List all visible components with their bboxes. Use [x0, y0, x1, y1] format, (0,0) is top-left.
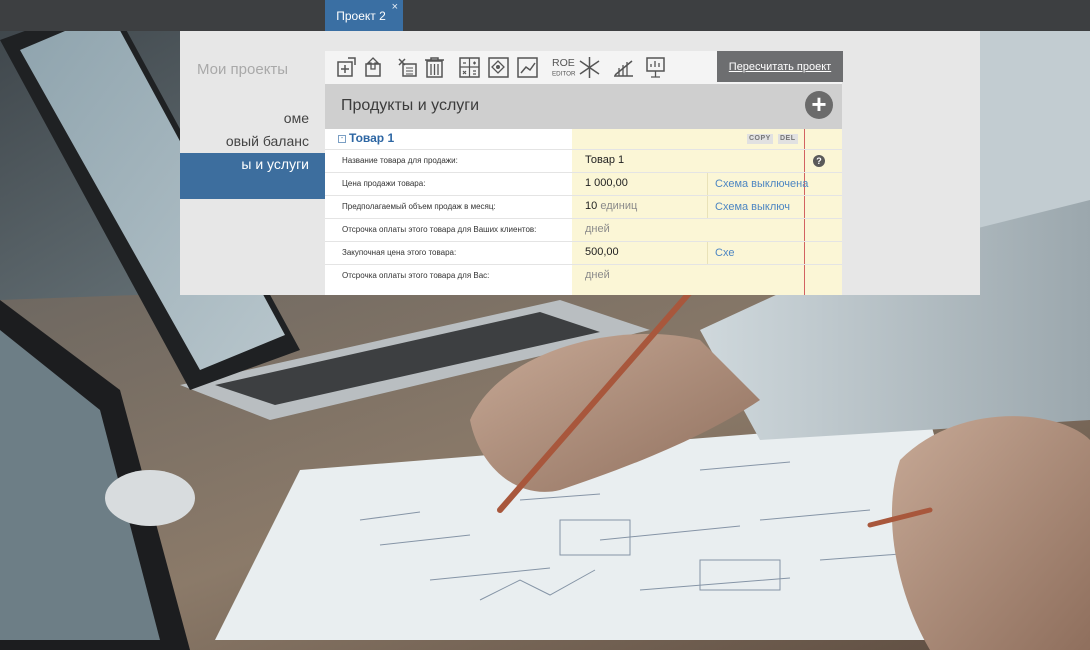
import-icon[interactable]	[362, 55, 387, 80]
sales-volume-field[interactable]: 10 единиц	[585, 200, 637, 212]
growth-icon[interactable]	[611, 55, 636, 80]
product-table: - Товар 1 COPY DEL Название товара для п…	[325, 129, 842, 295]
sidebar-item-balance[interactable]: овый баланс	[180, 130, 325, 153]
sidebar-item-home[interactable]: оме	[180, 107, 325, 130]
delete-button[interactable]: DEL	[778, 134, 798, 144]
table-row: Отсрочка оплаты этого товара для Вас: дн…	[325, 264, 842, 288]
sidebar-header: Мои проекты	[197, 61, 289, 78]
title-bar: Проект 2 ×	[0, 0, 1090, 31]
roe-editor-label: EDITOR	[552, 71, 576, 78]
purchase-price-field[interactable]: 500,00	[585, 246, 619, 258]
scissors-icon[interactable]	[577, 55, 602, 80]
roe-label: ROE	[552, 57, 575, 69]
field-value: Товар 1	[585, 154, 625, 166]
presentation-icon[interactable]	[643, 55, 668, 80]
field-value: 10	[585, 200, 598, 212]
tab-project-2[interactable]: Проект 2 ×	[325, 0, 403, 31]
trash-icon[interactable]	[422, 55, 447, 80]
field-label: Предполагаемый объем продаж в месяц:	[342, 202, 496, 211]
field-label: Отсрочка оплаты этого товара для Вас:	[342, 271, 490, 280]
sidebar-item-label: оме	[283, 110, 309, 126]
copy-button[interactable]: COPY	[747, 134, 773, 144]
sidebar-item-next[interactable]	[180, 176, 325, 199]
field-unit: дней	[585, 223, 610, 235]
sale-price-field[interactable]: 1 000,00	[585, 177, 628, 189]
calculator-icon[interactable]	[457, 55, 482, 80]
add-product-icon[interactable]	[334, 55, 359, 80]
page-title: Продукты и услуги	[341, 97, 480, 114]
client-payment-delay-field[interactable]: дней	[585, 223, 610, 235]
field-unit: единиц	[600, 200, 638, 212]
field-value: 1 000,00	[585, 177, 628, 189]
table-row: Название товара для продажи: Товар 1 ?	[325, 149, 842, 173]
app-screen: Мои проекты оме овый баланс ы и услуги R…	[180, 31, 980, 295]
recalculate-project-button[interactable]: Пересчитать проект	[717, 51, 843, 82]
table-row: Отсрочка оплаты этого товара для Ваших к…	[325, 218, 842, 242]
help-icon[interactable]: ?	[813, 155, 825, 167]
scheme-toggle-link[interactable]: Схема выключена	[707, 173, 815, 196]
collapse-icon[interactable]: -	[338, 135, 346, 143]
product-name[interactable]: Товар 1	[349, 131, 394, 145]
sidebar-item-label: ы и услуги	[241, 156, 309, 172]
field-label: Закупочная цена этого товара:	[342, 248, 457, 257]
table-row: Предполагаемый объем продаж в месяц: 10 …	[325, 195, 842, 219]
close-icon[interactable]: ×	[392, 1, 398, 13]
table-row: Закупочная цена этого товара: 500,00 Схе	[325, 241, 842, 265]
sidebar-item-products[interactable]: ы и услуги	[180, 153, 325, 176]
field-value: 500,00	[585, 246, 619, 258]
products-section-header: Продукты и услуги +	[325, 84, 842, 129]
tab-label: Проект 2	[336, 8, 386, 23]
table-row: Цена продажи товара: 1 000,00 Схема выкл…	[325, 172, 842, 196]
transfer-icon[interactable]	[486, 55, 511, 80]
add-product-button[interactable]: +	[805, 91, 833, 119]
supplier-payment-delay-field[interactable]: дней	[585, 269, 610, 281]
product-name-field[interactable]: Товар 1	[585, 154, 624, 166]
chart-icon[interactable]	[515, 55, 540, 80]
field-label: Название товара для продажи:	[342, 156, 458, 165]
delete-list-icon[interactable]	[395, 55, 420, 80]
product-header-row: - Товар 1 COPY DEL	[325, 129, 842, 149]
sidebar-item-label: овый баланс	[225, 133, 309, 149]
sidebar: Мои проекты оме овый баланс ы и услуги	[180, 31, 325, 295]
field-unit: дней	[585, 269, 610, 281]
roe-editor-icon[interactable]: ROE EDITOR	[551, 55, 577, 80]
scheme-toggle-link[interactable]: Схема выключ	[707, 196, 815, 219]
field-label: Цена продажи товара:	[342, 179, 426, 188]
scheme-toggle-link[interactable]: Схе	[707, 242, 815, 265]
field-label: Отсрочка оплаты этого товара для Ваших к…	[342, 225, 537, 234]
